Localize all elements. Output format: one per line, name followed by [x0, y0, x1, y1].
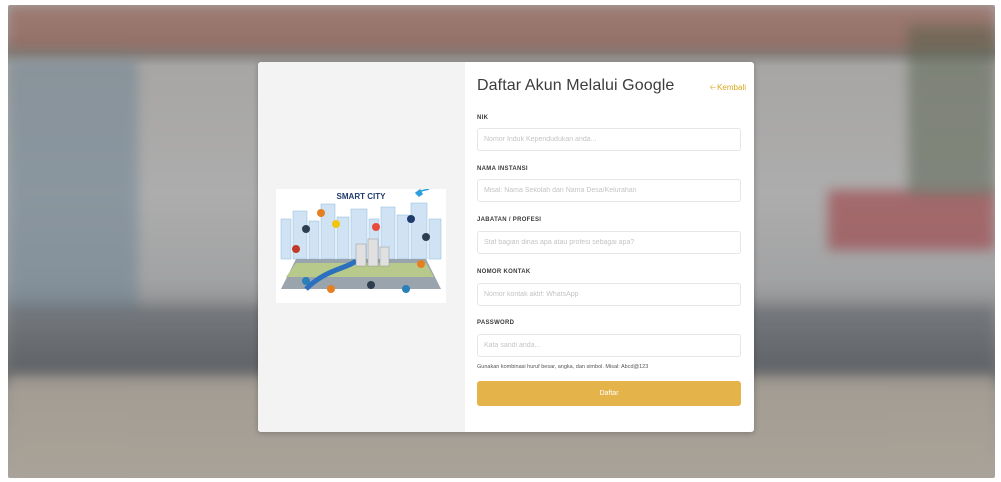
kontak-label: NOMOR KONTAK	[477, 269, 531, 275]
password-label: PASSWORD	[477, 320, 515, 326]
password-hint: Gunakan kombinasi huruf besar, angka, da…	[477, 364, 649, 370]
back-link-label: Kembali	[717, 83, 746, 92]
back-link[interactable]: 🡠Kembali	[710, 82, 746, 96]
kontak-input[interactable]	[477, 283, 741, 306]
modal-form-panel: Daftar Akun Melalui Google 🡠Kembali NIK …	[465, 62, 754, 432]
form-title: Daftar Akun Melalui Google	[477, 77, 675, 94]
nik-input[interactable]	[477, 128, 741, 151]
jabatan-input[interactable]	[477, 231, 741, 254]
jabatan-label: JABATAN / PROFESI	[477, 217, 542, 223]
smart-city-illustration: SMART CITY	[276, 189, 446, 303]
modal-illustration-panel: SMART CITY	[258, 62, 465, 432]
nik-label: NIK	[477, 115, 489, 121]
illustration-title: SMART CITY	[337, 192, 387, 201]
instansi-label: NAMA INSTANSI	[477, 166, 528, 172]
daftar-button[interactable]: Daftar	[477, 381, 741, 406]
register-modal: SMART CITY Daftar Akun Melalui Google 🡠K…	[258, 62, 754, 432]
password-input[interactable]	[477, 334, 741, 357]
instansi-input[interactable]	[477, 179, 741, 202]
arrow-left-icon: 🡠	[709, 83, 717, 92]
